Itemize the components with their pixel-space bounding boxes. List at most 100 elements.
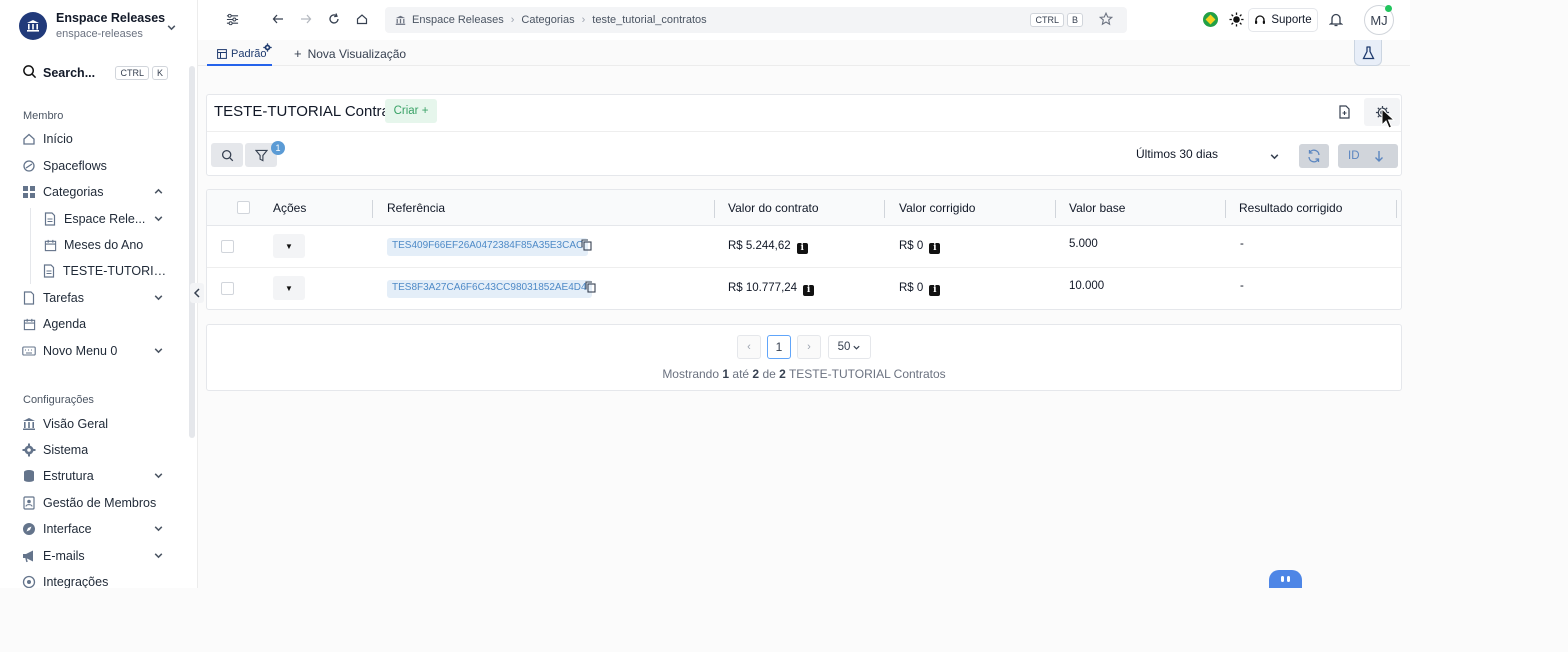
column-header-resultado-corrigido[interactable]: Resultado corrigido [1239, 201, 1342, 215]
select-all-checkbox[interactable] [237, 201, 250, 214]
tab-label: Padrão [231, 48, 267, 60]
calendar-icon [43, 238, 57, 252]
mouse-cursor-icon [1381, 108, 1395, 129]
sidebar-item-integracoes[interactable]: Integrações [22, 572, 174, 588]
sun-icon[interactable] [1229, 12, 1244, 30]
sidebar-item-tarefas[interactable]: Tarefas [22, 288, 174, 308]
sidebar-item-agenda[interactable]: Agenda [22, 314, 174, 334]
plus-icon: + [294, 46, 302, 61]
period-select[interactable]: Últimos 30 dias [1136, 147, 1286, 161]
page-title: TESTE-TUTORIAL Contratos [214, 103, 410, 120]
sidebar-item-sistema[interactable]: Sistema [22, 440, 174, 460]
column-divider[interactable] [1396, 200, 1397, 218]
sidebar-item-estrutura[interactable]: Estrutura [22, 466, 174, 486]
support-button[interactable]: Suporte [1248, 8, 1318, 32]
sidebar-item-label: Gestão de Membros [43, 496, 157, 510]
app-root: Enspace Releases enspace-releases Search… [0, 0, 1568, 652]
sidebar: Enspace Releases enspace-releases Search… [0, 0, 198, 588]
reference-chip[interactable]: TES8F3A27CA6F6C43CC98031852AE4D4 [387, 280, 592, 298]
table-row[interactable]: ▼ TES409F66EF26A0472384F85A35E3CAC R$ 5.… [207, 226, 1401, 268]
info-icon[interactable]: i [803, 284, 815, 296]
view-settings-gear-icon[interactable] [263, 43, 272, 54]
file-icon [22, 291, 36, 305]
kbd-k: K [151, 66, 168, 80]
page-size-select[interactable]: 50 [828, 335, 871, 359]
sidebar-item-meses-do-ano[interactable]: Meses do Ano [43, 235, 173, 255]
row-checkbox[interactable] [221, 282, 234, 295]
sidebar-item-novo-menu-0[interactable]: Novo Menu 0 [22, 341, 174, 361]
forward-arrow-icon[interactable] [300, 13, 312, 25]
star-icon[interactable] [1098, 11, 1114, 29]
pager-text: Mostrando [662, 367, 720, 381]
bell-icon[interactable] [1328, 12, 1344, 30]
row-checkbox[interactable] [221, 240, 234, 253]
breadcrumb-item[interactable]: Categorias [521, 14, 574, 26]
sidebar-item-spaceflows[interactable]: Spaceflows [22, 156, 174, 176]
info-icon[interactable]: i [929, 242, 941, 254]
sidebar-search[interactable]: Search... CTRL K [22, 64, 168, 82]
spaceflows-icon [22, 159, 36, 173]
sidebar-item-gestao-membros[interactable]: Gestão de Membros [22, 493, 174, 513]
column-header-valor-base[interactable]: Valor base [1069, 201, 1125, 215]
support-label: Suporte [1271, 14, 1312, 26]
column-divider[interactable] [1055, 200, 1056, 218]
org-switcher[interactable]: Enspace Releases enspace-releases [19, 10, 189, 42]
column-header-referencia[interactable]: Referência [387, 201, 445, 215]
new-view-button[interactable]: + Nova Visualização [294, 46, 406, 61]
next-page-button[interactable]: › [797, 335, 821, 359]
sidebar-item-categorias[interactable]: Categorias [22, 182, 174, 202]
export-file-icon[interactable] [1338, 105, 1351, 119]
row-actions-button[interactable]: ▼ [273, 234, 305, 258]
chevron-left-icon: ‹ [747, 341, 751, 353]
tree-line [30, 208, 31, 284]
collapse-sidebar-button[interactable] [190, 283, 204, 303]
arrow-down-icon [1374, 150, 1384, 162]
caret-down-icon: ▼ [285, 241, 293, 251]
current-page-button[interactable]: 1 [767, 335, 791, 359]
sidebar-item-interface[interactable]: Interface [22, 519, 174, 539]
sidebar-item-inicio[interactable]: Início [22, 129, 174, 149]
sidebar-item-label: Integrações [43, 575, 109, 588]
back-arrow-icon[interactable] [272, 13, 284, 25]
row-actions-button[interactable]: ▼ [273, 276, 305, 300]
sort-button[interactable]: ID [1338, 144, 1398, 168]
info-icon[interactable]: i [796, 242, 808, 254]
column-header-acoes[interactable]: Ações [273, 201, 306, 215]
sidebar-item-teste-tutorial[interactable]: TESTE-TUTORIAL ... [43, 261, 173, 281]
copy-icon[interactable] [585, 281, 596, 293]
sidebar-item-label: Estrutura [43, 469, 94, 483]
column-divider[interactable] [884, 200, 885, 218]
sidebar-item-emails[interactable]: E-mails [22, 546, 174, 566]
chevron-down-icon [153, 550, 164, 564]
search-button[interactable] [211, 143, 243, 167]
sidebar-scrollbar[interactable] [189, 66, 195, 438]
bank-icon [19, 12, 47, 40]
sidebar-item-espace-releases[interactable]: Espace Rele... [43, 209, 173, 229]
chevron-down-icon[interactable] [1269, 150, 1280, 165]
brazil-flag-icon[interactable] [1203, 12, 1218, 27]
copy-icon[interactable] [581, 239, 592, 251]
breadcrumb-item[interactable]: Enspace Releases [412, 14, 504, 26]
sidebar-item-label: Interface [43, 522, 92, 536]
sidebar-item-visao-geral[interactable]: Visão Geral [22, 414, 174, 434]
column-header-valor-corrigido[interactable]: Valor corrigido [899, 201, 975, 215]
column-divider[interactable] [1225, 200, 1226, 218]
reload-icon[interactable] [328, 13, 340, 25]
breadcrumb-item[interactable]: teste_tutorial_contratos [592, 14, 706, 26]
create-button[interactable]: Criar + [385, 99, 437, 123]
home-icon[interactable] [356, 13, 368, 25]
table-row[interactable]: ▼ TES8F3A27CA6F6C43CC98031852AE4D4 R$ 10… [207, 268, 1401, 309]
flask-icon[interactable] [1354, 40, 1382, 66]
filter-count-badge: 1 [271, 141, 285, 155]
table-header: Ações Referência Valor do contrato Valor… [207, 190, 1401, 226]
refresh-button[interactable] [1299, 144, 1329, 168]
column-divider[interactable] [372, 200, 373, 218]
column-divider[interactable] [714, 200, 715, 218]
chevron-right-icon: › [807, 341, 811, 353]
info-icon[interactable]: i [929, 284, 941, 296]
reference-chip[interactable]: TES409F66EF26A0472384F85A35E3CAC [387, 238, 589, 256]
filter-sliders-icon[interactable] [226, 13, 239, 26]
column-header-valor-contrato[interactable]: Valor do contrato [728, 201, 819, 215]
prev-page-button[interactable]: ‹ [737, 335, 761, 359]
chat-bot-icon[interactable] [1269, 570, 1302, 588]
